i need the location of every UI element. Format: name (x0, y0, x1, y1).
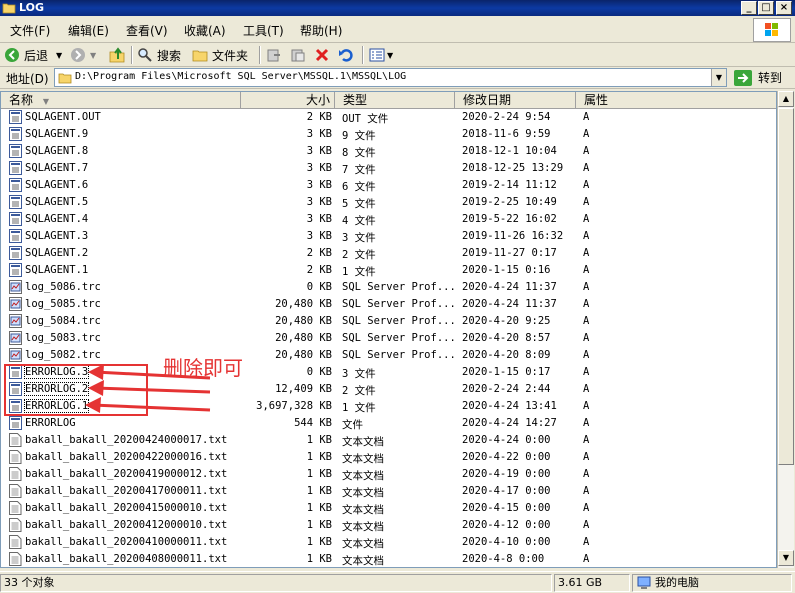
annotation-text: 删除即可 (163, 356, 243, 380)
annotation-arrow (91, 403, 211, 412)
status-bar: 33 个对象 3.61 GB 我的电脑 (0, 571, 795, 593)
annotation-overlay (4, 364, 211, 416)
my-computer-icon (637, 576, 651, 589)
annotation-arrow (94, 386, 211, 394)
chevron-down-icon: ▼ (782, 553, 790, 562)
status-location: 我的电脑 (632, 574, 792, 592)
scroll-up-button[interactable]: ▲ (778, 91, 794, 107)
status-location-label: 我的电脑 (655, 576, 699, 589)
status-count: 33 个对象 (0, 574, 552, 592)
annotation-arrowhead (88, 380, 104, 396)
annotation-arrowhead (85, 397, 101, 413)
annotation-arrowhead (88, 364, 104, 380)
status-free-space: 3.61 GB (554, 574, 630, 592)
scroll-thumb[interactable] (778, 108, 794, 465)
vertical-scrollbar[interactable]: ▲ ▼ (777, 91, 794, 568)
chevron-up-icon: ▲ (782, 94, 790, 103)
scroll-down-button[interactable]: ▼ (778, 550, 794, 566)
